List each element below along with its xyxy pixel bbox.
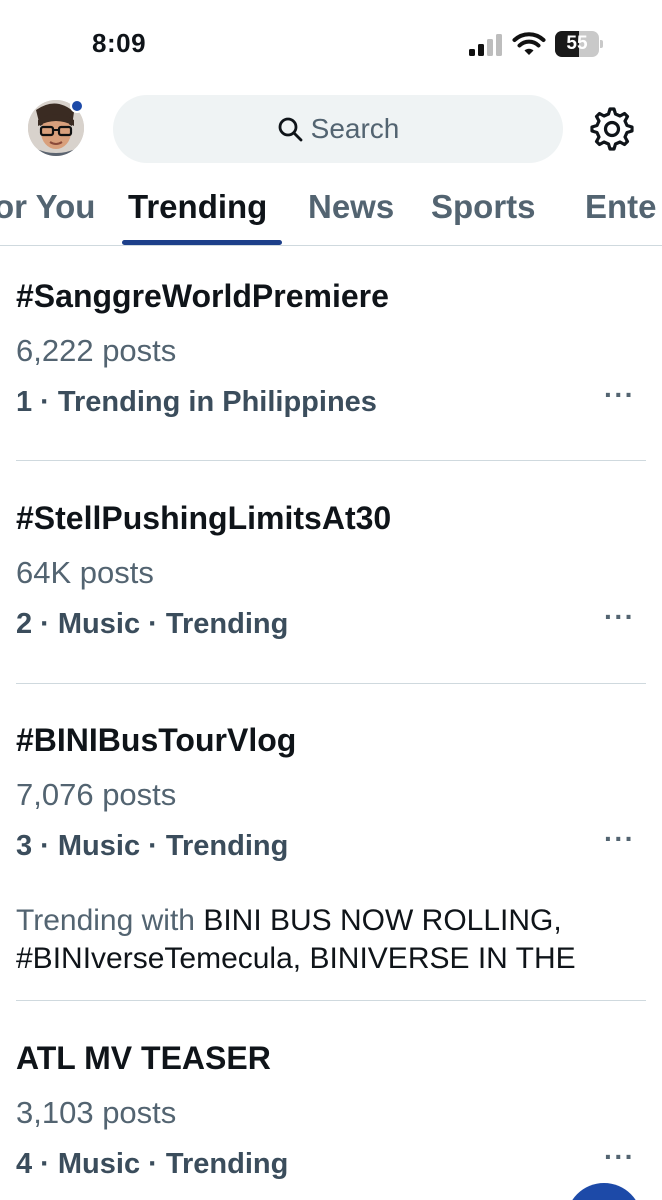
active-tab-indicator — [122, 240, 282, 245]
divider — [16, 683, 646, 684]
status-bar: 8:09 55 — [0, 0, 662, 90]
trend-title: #BINIBusTourVlog — [16, 722, 297, 758]
more-options-icon[interactable]: ··· — [604, 380, 634, 410]
divider — [16, 1000, 646, 1001]
trend-title: #StellPushingLimitsAt30 — [16, 500, 392, 536]
cellular-signal-icon — [469, 34, 502, 56]
tab-sports[interactable]: Sports — [431, 188, 536, 226]
trend-post-count: 3,103 posts — [16, 1095, 177, 1130]
status-time: 8:09 — [92, 28, 147, 58]
more-options-icon[interactable]: ··· — [604, 602, 634, 632]
trend-title: ATL MV TEASER — [16, 1040, 271, 1076]
more-options-icon[interactable]: ··· — [604, 1142, 634, 1172]
battery-level: 55 — [566, 33, 588, 54]
trend-post-count: 6,222 posts — [16, 333, 177, 368]
divider — [16, 460, 646, 461]
wifi-icon — [512, 32, 546, 55]
notification-dot — [70, 99, 84, 113]
trend-meta: 3 · Music · Trending — [16, 830, 289, 862]
trend-meta: 4 · Music · Trending — [16, 1148, 289, 1180]
trending-with-prefix: Trending with — [16, 904, 204, 937]
search-bar[interactable]: Search — [113, 95, 563, 163]
trending-with-text: Trending with BINI BUS NOW ROLLING, #BIN… — [16, 902, 616, 978]
explore-tabs: or You Trending News Sports Ente — [0, 180, 662, 246]
tab-for-you[interactable]: or You — [0, 188, 95, 226]
trend-post-count: 64K posts — [16, 555, 154, 590]
trend-meta: 2 · Music · Trending — [16, 608, 289, 640]
tab-entertainment[interactable]: Ente — [585, 188, 657, 226]
trend-meta: 1 · Trending in Philippines — [16, 386, 377, 418]
compose-post-button[interactable] — [566, 1183, 642, 1200]
search-icon — [278, 117, 303, 142]
more-options-icon[interactable]: ··· — [604, 824, 634, 854]
settings-gear-icon[interactable] — [589, 106, 635, 152]
tab-news[interactable]: News — [308, 188, 394, 226]
battery-icon: 55 — [555, 31, 603, 57]
search-placeholder: Search — [310, 113, 400, 144]
tab-trending[interactable]: Trending — [128, 188, 267, 226]
trend-title: #SanggreWorldPremiere — [16, 278, 389, 314]
trend-post-count: 7,076 posts — [16, 777, 177, 812]
